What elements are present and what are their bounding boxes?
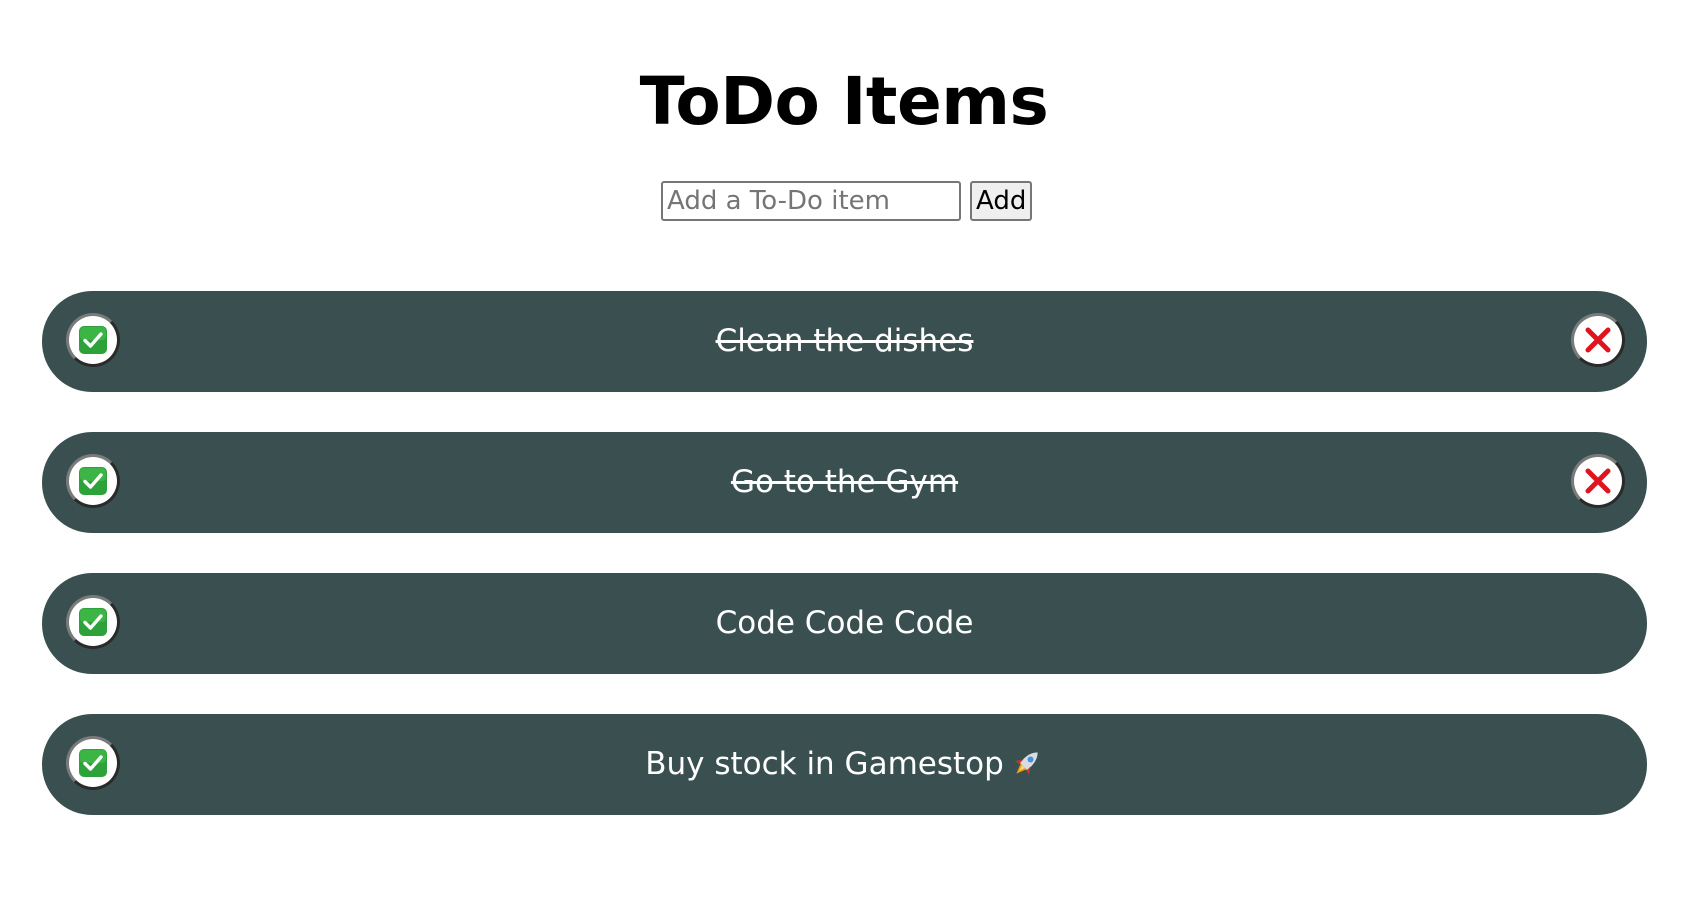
cross-mark-icon (1585, 327, 1611, 353)
delete-button[interactable] (1571, 454, 1625, 508)
delete-button[interactable] (1571, 313, 1625, 367)
todo-app: ToDo Items Add Clean the dishes (0, 0, 1688, 912)
todo-text-container: Buy stock in Gamestop (42, 714, 1647, 815)
todo-text: Code Code Code (715, 605, 974, 641)
add-button[interactable]: Add (970, 181, 1033, 221)
todo-text: Go to the Gym (730, 464, 959, 500)
todo-item: Go to the Gym (42, 432, 1647, 533)
rocket-icon (1014, 751, 1038, 775)
todo-list: Clean the dishes Go to the Gym Code Code… (42, 291, 1647, 855)
todo-item: Clean the dishes (42, 291, 1647, 392)
todo-text: Buy stock in Gamestop (645, 746, 1004, 782)
add-todo-input[interactable] (661, 181, 961, 221)
cross-mark-icon (1585, 468, 1611, 494)
todo-item: Code Code Code (42, 573, 1647, 674)
todo-text: Clean the dishes (715, 323, 974, 359)
todo-item: Buy stock in Gamestop (42, 714, 1647, 815)
page-title: ToDo Items (639, 63, 1049, 140)
add-todo-form: Add (661, 181, 1033, 221)
